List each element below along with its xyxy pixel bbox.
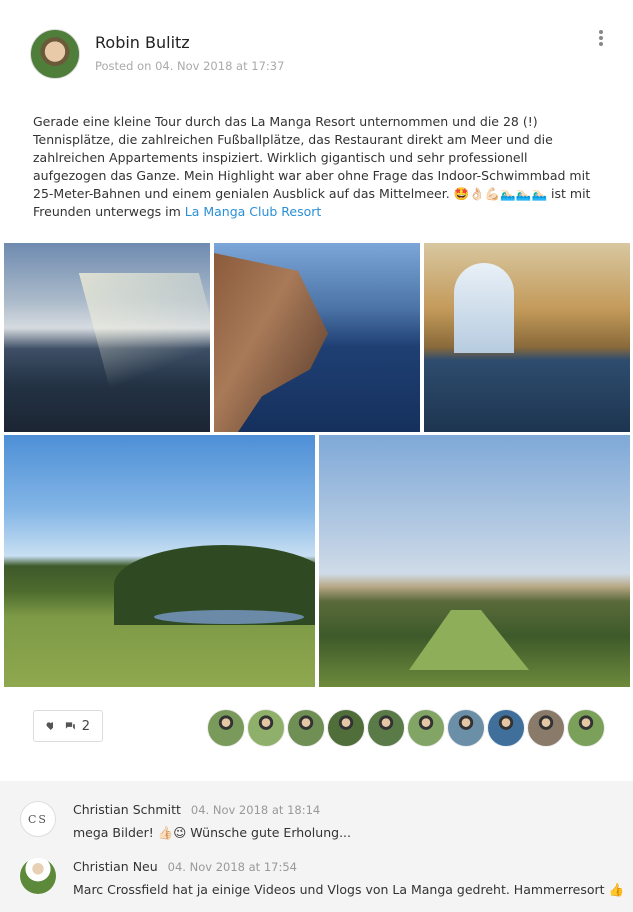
comment-count: 2 xyxy=(81,718,90,734)
author-name[interactable]: Robin Bulitz xyxy=(95,33,190,52)
comment-section: CS Christian Schmitt 04. Nov 2018 at 18:1… xyxy=(0,781,633,912)
photo-indoor-pool[interactable] xyxy=(424,243,630,432)
more-options-icon[interactable] xyxy=(596,30,606,48)
liker-avatar[interactable] xyxy=(287,709,325,747)
author-avatar[interactable] xyxy=(30,29,80,79)
liker-avatar[interactable] xyxy=(527,709,565,747)
comment-date: 04. Nov 2018 at 18:14 xyxy=(190,803,321,817)
comment-date: 04. Nov 2018 at 17:54 xyxy=(167,860,297,874)
comment-text: Marc Crossfield hat ja einige Videos und… xyxy=(73,882,625,897)
liker-avatar[interactable] xyxy=(207,709,245,747)
liker-avatars xyxy=(207,709,607,747)
commenter-name[interactable]: Christian Schmitt xyxy=(73,802,181,817)
liker-avatar[interactable] xyxy=(367,709,405,747)
location-link[interactable]: La Manga Club Resort xyxy=(185,204,322,219)
liker-avatar[interactable] xyxy=(407,709,445,747)
photo-golf-lake-fountain[interactable] xyxy=(4,435,315,687)
post-body: Gerade eine kleine Tour durch das La Man… xyxy=(33,113,598,221)
comment-text: mega Bilder! 👍🏻😉 Wünsche gute Erholung..… xyxy=(73,825,351,840)
post-header: Robin Bulitz Posted on 04. Nov 2018 at 1… xyxy=(30,29,610,81)
photo-rocky-coast[interactable] xyxy=(214,243,420,432)
liker-avatar[interactable] xyxy=(447,709,485,747)
comment-button[interactable]: 2 xyxy=(53,710,103,742)
post-actions: 33 2 xyxy=(33,710,103,742)
comment-icon xyxy=(65,722,75,730)
photo-sunset-sea[interactable] xyxy=(4,243,210,432)
liker-avatar[interactable] xyxy=(567,709,605,747)
liker-avatar[interactable] xyxy=(327,709,365,747)
photo-golf-course-valley[interactable] xyxy=(319,435,630,687)
comment-header: Christian Schmitt 04. Nov 2018 at 18:14 xyxy=(73,802,320,817)
liker-avatar[interactable] xyxy=(487,709,525,747)
liker-avatar[interactable] xyxy=(247,709,285,747)
post-timestamp: Posted on 04. Nov 2018 at 17:37 xyxy=(95,59,285,73)
commenter-avatar[interactable]: CS xyxy=(20,801,56,837)
commenter-avatar[interactable] xyxy=(20,858,56,894)
commenter-name[interactable]: Christian Neu xyxy=(73,859,158,874)
comment-header: Christian Neu 04. Nov 2018 at 17:54 xyxy=(73,859,297,874)
